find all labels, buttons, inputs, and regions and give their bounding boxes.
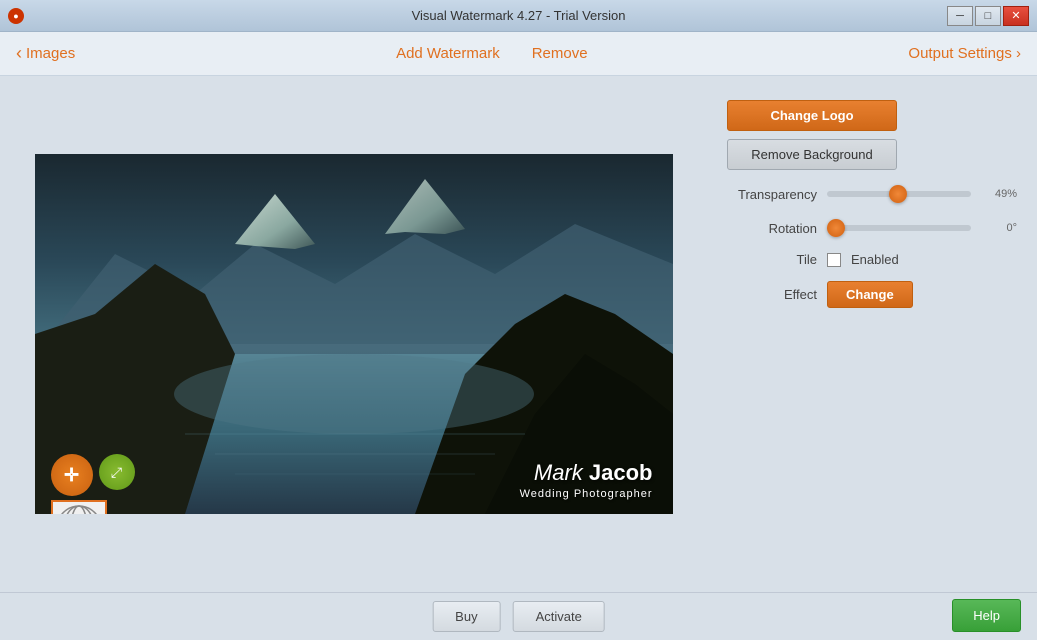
right-panel-buttons: Change Logo Remove Background	[727, 92, 1017, 170]
titlebar-controls: ─ □ ✕	[947, 6, 1029, 26]
back-arrow-icon: ‹	[16, 43, 22, 64]
rotation-label: Rotation	[727, 221, 817, 236]
transparency-slider-container[interactable]	[827, 184, 971, 204]
activate-button[interactable]: Activate	[513, 601, 605, 632]
app-icon: ●	[8, 8, 24, 24]
output-settings-nav-button[interactable]: Output Settings ›	[908, 45, 1021, 62]
rotation-row: Rotation 0°	[727, 218, 1017, 238]
watermark-italic: Mark	[534, 460, 589, 485]
tile-enabled-label: Enabled	[851, 252, 899, 267]
logo-thumbnail[interactable]	[51, 500, 107, 514]
minimize-button[interactable]: ─	[947, 6, 973, 26]
close-button[interactable]: ✕	[1003, 6, 1029, 26]
images-nav-button[interactable]: Images	[26, 45, 75, 62]
navbar: ‹ Images Add Watermark Remove Output Set…	[0, 32, 1037, 76]
transparency-thumb[interactable]	[889, 185, 907, 203]
move-handle[interactable]: ✛	[51, 454, 93, 496]
buy-button[interactable]: Buy	[432, 601, 500, 632]
change-logo-button[interactable]: Change Logo	[727, 100, 897, 131]
maximize-button[interactable]: □	[975, 6, 1001, 26]
transparency-row: Transparency 49%	[727, 184, 1017, 204]
add-watermark-nav-button[interactable]: Add Watermark	[396, 45, 500, 62]
titlebar-title: Visual Watermark 4.27 - Trial Version	[412, 8, 626, 23]
move-icon: ✛	[64, 465, 79, 486]
image-panel: Mark Jacob Wedding Photographer ✛ ⤢	[0, 76, 707, 592]
rotation-slider-container[interactable]	[827, 218, 971, 238]
content-area: Mark Jacob Wedding Photographer ✛ ⤢	[0, 76, 1037, 592]
effect-change-button[interactable]: Change	[827, 281, 913, 308]
bottombar: Buy Activate Help	[0, 592, 1037, 640]
tile-checkbox[interactable]	[827, 253, 841, 267]
watermark-name: Mark Jacob	[534, 460, 653, 486]
nav-center: Add Watermark Remove	[396, 45, 588, 62]
effect-row: Effect Change	[727, 281, 1017, 308]
right-panel: Change Logo Remove Background Transparen…	[707, 76, 1037, 592]
help-button[interactable]: Help	[952, 599, 1021, 632]
remove-nav-button[interactable]: Remove	[532, 45, 588, 62]
rotation-track	[827, 225, 971, 231]
transparency-value: 49%	[981, 188, 1017, 200]
tile-label: Tile	[727, 252, 817, 267]
image-container: Mark Jacob Wedding Photographer ✛ ⤢	[35, 154, 673, 514]
tile-row: Tile Enabled	[727, 252, 1017, 267]
nav-right: Output Settings ›	[908, 45, 1021, 62]
bottom-center-buttons: Buy Activate	[432, 601, 605, 632]
resize-handle[interactable]: ⤢	[99, 454, 135, 490]
watermark-subtitle: Wedding Photographer	[520, 488, 653, 500]
logo-svg	[54, 503, 104, 514]
tile-enabled-row: Enabled	[827, 252, 899, 267]
rotation-thumb[interactable]	[827, 219, 845, 237]
transparency-label: Transparency	[727, 187, 817, 202]
resize-icon: ⤢	[111, 464, 122, 481]
effect-label: Effect	[727, 287, 817, 302]
remove-background-button[interactable]: Remove Background	[727, 139, 897, 170]
watermark-bold: Jacob	[589, 460, 653, 485]
rotation-value: 0°	[981, 222, 1017, 234]
nav-left: ‹ Images	[16, 43, 75, 64]
transparency-track	[827, 191, 971, 197]
titlebar-left: ●	[8, 8, 24, 24]
titlebar: ● Visual Watermark 4.27 - Trial Version …	[0, 0, 1037, 32]
